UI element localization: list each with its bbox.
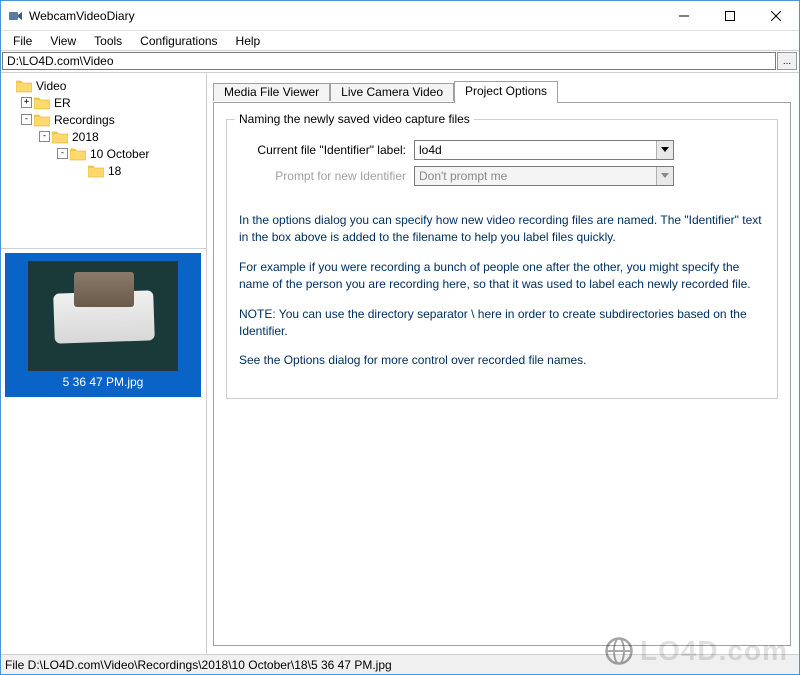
info-text: In the options dialog you can specify ho… bbox=[239, 212, 765, 370]
tree-expander-icon[interactable]: + bbox=[21, 97, 32, 108]
identifier-input[interactable] bbox=[415, 141, 656, 159]
browse-button[interactable]: ... bbox=[777, 52, 797, 70]
globe-icon bbox=[604, 636, 634, 666]
tree-item-label: Video bbox=[36, 79, 66, 93]
minimize-button[interactable] bbox=[661, 1, 707, 31]
watermark: LO4D.com bbox=[604, 635, 788, 667]
identifier-combo[interactable] bbox=[414, 140, 674, 160]
info-paragraph: In the options dialog you can specify ho… bbox=[239, 212, 765, 247]
window-title: WebcamVideoDiary bbox=[29, 9, 661, 23]
tree-item[interactable]: - 10 October bbox=[3, 145, 204, 162]
info-paragraph: NOTE: You can use the directory separato… bbox=[239, 306, 765, 341]
prompt-label: Prompt for new Identifier bbox=[239, 169, 414, 183]
identifier-label: Current file "Identifier" label: bbox=[239, 143, 414, 157]
tab-content-project-options: Naming the newly saved video capture fil… bbox=[213, 102, 791, 646]
tree-item[interactable]: - Recordings bbox=[3, 111, 204, 128]
tree-item-label: 10 October bbox=[90, 147, 149, 161]
groupbox-title: Naming the newly saved video capture fil… bbox=[235, 112, 474, 126]
menu-configurations[interactable]: Configurations bbox=[132, 33, 225, 49]
close-button[interactable] bbox=[753, 1, 799, 31]
folder-tree[interactable]: Video+ER-Recordings-2018-10 October18 bbox=[1, 73, 206, 248]
pathbar: ... bbox=[1, 51, 799, 73]
dropdown-arrow-icon[interactable] bbox=[656, 141, 673, 159]
dropdown-arrow-icon bbox=[656, 167, 673, 185]
menu-view[interactable]: View bbox=[42, 33, 84, 49]
info-paragraph: For example if you were recording a bunc… bbox=[239, 259, 765, 294]
menu-file[interactable]: File bbox=[5, 33, 40, 49]
tree-expander-icon[interactable]: - bbox=[39, 131, 50, 142]
tab-media-file-viewer[interactable]: Media File Viewer bbox=[213, 83, 330, 101]
tree-expander-icon[interactable]: - bbox=[21, 114, 32, 125]
thumbnail-image bbox=[28, 261, 178, 371]
info-paragraph: See the Options dialog for more control … bbox=[239, 352, 765, 369]
thumbnail-pane: 5 36 47 PM.jpg bbox=[1, 248, 206, 654]
menu-tools[interactable]: Tools bbox=[86, 33, 130, 49]
status-text: File D:\LO4D.com\Video\Recordings\2018\1… bbox=[5, 658, 392, 672]
tabs: Media File ViewerLive Camera VideoProjec… bbox=[213, 81, 791, 103]
tree-item[interactable]: - 2018 bbox=[3, 128, 204, 145]
tree-item[interactable]: 18 bbox=[3, 162, 204, 179]
titlebar: WebcamVideoDiary bbox=[1, 1, 799, 31]
path-input[interactable] bbox=[2, 52, 776, 70]
prompt-combo bbox=[414, 166, 674, 186]
naming-groupbox: Naming the newly saved video capture fil… bbox=[226, 119, 778, 399]
tab-project-options[interactable]: Project Options bbox=[454, 81, 558, 103]
tree-item-label: ER bbox=[54, 96, 71, 110]
thumbnail-item[interactable]: 5 36 47 PM.jpg bbox=[5, 253, 201, 397]
tree-item-label: Recordings bbox=[54, 113, 115, 127]
tree-item-label: 18 bbox=[108, 164, 121, 178]
tree-item-label: 2018 bbox=[72, 130, 99, 144]
app-icon bbox=[7, 8, 23, 24]
menu-help[interactable]: Help bbox=[228, 33, 269, 49]
tree-item[interactable]: + ER bbox=[3, 94, 204, 111]
tree-item[interactable]: Video bbox=[3, 77, 204, 94]
menubar: File View Tools Configurations Help bbox=[1, 31, 799, 51]
prompt-input bbox=[415, 167, 656, 185]
thumbnail-caption: 5 36 47 PM.jpg bbox=[63, 375, 144, 389]
maximize-button[interactable] bbox=[707, 1, 753, 31]
tab-live-camera-video[interactable]: Live Camera Video bbox=[330, 83, 454, 101]
tree-expander-icon[interactable]: - bbox=[57, 148, 68, 159]
